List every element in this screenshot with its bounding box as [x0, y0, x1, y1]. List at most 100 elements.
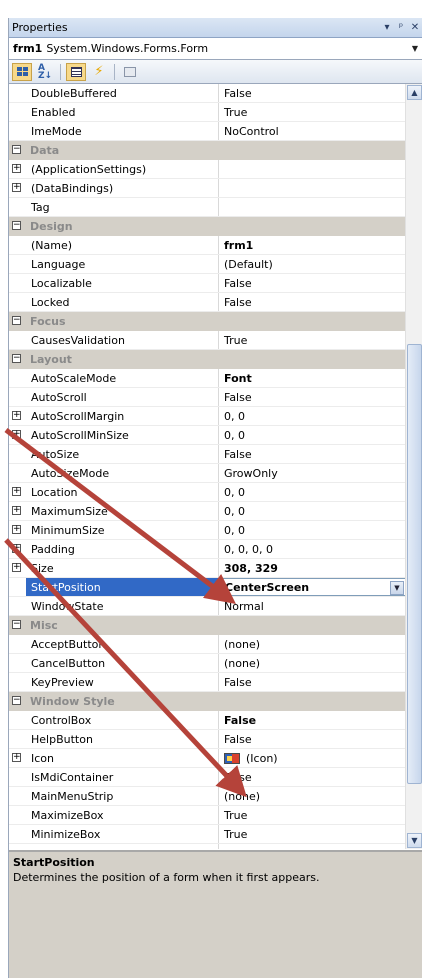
property-row[interactable]: Enabled True: [9, 103, 422, 122]
property-value[interactable]: False: [219, 274, 422, 292]
chevron-down-icon[interactable]: ▼: [408, 38, 422, 59]
property-row[interactable]: + MinimumSize 0, 0: [9, 521, 422, 540]
property-row[interactable]: HelpButton False: [9, 730, 422, 749]
property-value[interactable]: False: [219, 293, 422, 311]
minus-box-icon[interactable]: −: [12, 620, 21, 629]
close-icon[interactable]: ✕: [408, 22, 422, 33]
expand-icon[interactable]: +: [12, 183, 21, 192]
property-row[interactable]: Locked False: [9, 293, 422, 312]
property-row[interactable]: IsMdiContainer False: [9, 768, 422, 787]
property-value[interactable]: (Icon): [219, 749, 422, 767]
property-row[interactable]: (Name) frm1: [9, 236, 422, 255]
property-value[interactable]: True: [219, 103, 422, 121]
property-row[interactable]: AutoSizeMode GrowOnly: [9, 464, 422, 483]
property-name[interactable]: ImeMode: [26, 122, 219, 140]
property-name[interactable]: Location: [26, 483, 219, 501]
expand-icon[interactable]: +: [12, 525, 21, 534]
property-row[interactable]: + AutoScrollMargin 0, 0: [9, 407, 422, 426]
property-name[interactable]: AutoScrollMargin: [26, 407, 219, 425]
property-value[interactable]: Font: [219, 369, 422, 387]
property-name[interactable]: AutoSizeMode: [26, 464, 219, 482]
property-value[interactable]: False: [219, 711, 422, 729]
property-row[interactable]: AutoScaleMode Font: [9, 369, 422, 388]
property-value[interactable]: True: [219, 825, 422, 843]
property-name[interactable]: Language: [26, 255, 219, 273]
property-name[interactable]: Locked: [26, 293, 219, 311]
expand-icon[interactable]: +: [12, 411, 21, 420]
property-name[interactable]: StartPosition: [26, 578, 219, 596]
collapse-icon[interactable]: −: [9, 692, 26, 710]
category-row[interactable]: − Misc: [9, 616, 422, 635]
collapse-icon[interactable]: −: [9, 312, 26, 330]
property-row[interactable]: AutoScroll False: [9, 388, 422, 407]
property-value[interactable]: (Default): [219, 255, 422, 273]
collapse-icon[interactable]: −: [9, 217, 26, 235]
property-pages-button[interactable]: [120, 63, 140, 81]
property-row[interactable]: MaximizeBox True: [9, 806, 422, 825]
collapse-icon[interactable]: −: [9, 141, 26, 159]
property-value[interactable]: CenterScreen ▼: [219, 578, 422, 596]
minus-box-icon[interactable]: −: [12, 145, 21, 154]
property-name[interactable]: IsMdiContainer: [26, 768, 219, 786]
expand-icon[interactable]: +: [12, 563, 21, 572]
property-value[interactable]: 0, 0: [219, 521, 422, 539]
property-value[interactable]: 0, 0: [219, 502, 422, 520]
property-value[interactable]: [219, 198, 422, 216]
property-value[interactable]: False: [219, 388, 422, 406]
category-row[interactable]: − Design: [9, 217, 422, 236]
property-row[interactable]: Opacity 100%: [9, 844, 422, 849]
property-row[interactable]: + MaximumSize 0, 0: [9, 502, 422, 521]
property-name[interactable]: MinimizeBox: [26, 825, 219, 843]
minus-box-icon[interactable]: −: [12, 354, 21, 363]
property-row[interactable]: + (DataBindings): [9, 179, 422, 198]
property-name[interactable]: Size: [26, 559, 219, 577]
property-value[interactable]: frm1: [219, 236, 422, 254]
minus-box-icon[interactable]: −: [12, 696, 21, 705]
property-row[interactable]: ImeMode NoControl: [9, 122, 422, 141]
property-name[interactable]: (ApplicationSettings): [26, 160, 219, 178]
property-row[interactable]: CancelButton (none): [9, 654, 422, 673]
property-row[interactable]: KeyPreview False: [9, 673, 422, 692]
property-name[interactable]: Padding: [26, 540, 219, 558]
events-button[interactable]: ⚡: [89, 63, 109, 81]
property-name[interactable]: AcceptButton: [26, 635, 219, 653]
property-value[interactable]: (none): [219, 787, 422, 805]
property-name[interactable]: Tag: [26, 198, 219, 216]
property-name[interactable]: KeyPreview: [26, 673, 219, 691]
minus-box-icon[interactable]: −: [12, 316, 21, 325]
property-value[interactable]: (none): [219, 635, 422, 653]
property-value[interactable]: [219, 179, 422, 197]
category-row[interactable]: − Layout: [9, 350, 422, 369]
scroll-up-icon[interactable]: ▲: [407, 85, 422, 100]
category-row[interactable]: − Focus: [9, 312, 422, 331]
property-row[interactable]: Tag: [9, 198, 422, 217]
property-row[interactable]: CausesValidation True: [9, 331, 422, 350]
property-value[interactable]: Normal: [219, 597, 422, 615]
expand-icon[interactable]: +: [12, 753, 21, 762]
property-value[interactable]: False: [219, 673, 422, 691]
property-row[interactable]: Localizable False: [9, 274, 422, 293]
property-row[interactable]: ControlBox False: [9, 711, 422, 730]
property-value[interactable]: False: [219, 84, 422, 102]
property-name[interactable]: WindowState: [26, 597, 219, 615]
categorized-button[interactable]: [12, 62, 32, 81]
property-value[interactable]: True: [219, 806, 422, 824]
category-row[interactable]: − Data: [9, 141, 422, 160]
category-row[interactable]: − Window Style: [9, 692, 422, 711]
property-row[interactable]: MinimizeBox True: [9, 825, 422, 844]
property-value[interactable]: False: [219, 730, 422, 748]
property-value[interactable]: 0, 0: [219, 426, 422, 444]
property-name[interactable]: Localizable: [26, 274, 219, 292]
object-selector[interactable]: frm1 System.Windows.Forms.Form ▼: [9, 38, 422, 60]
property-name[interactable]: (DataBindings): [26, 179, 219, 197]
property-name[interactable]: (Name): [26, 236, 219, 254]
property-value[interactable]: GrowOnly: [219, 464, 422, 482]
property-value[interactable]: (none): [219, 654, 422, 672]
property-name[interactable]: MainMenuStrip: [26, 787, 219, 805]
property-value[interactable]: 308, 329: [219, 559, 422, 577]
expand-icon[interactable]: +: [12, 544, 21, 553]
property-value[interactable]: [219, 160, 422, 178]
property-name[interactable]: ControlBox: [26, 711, 219, 729]
value-dropdown-icon[interactable]: ▼: [390, 581, 404, 595]
collapse-icon[interactable]: −: [9, 616, 26, 634]
